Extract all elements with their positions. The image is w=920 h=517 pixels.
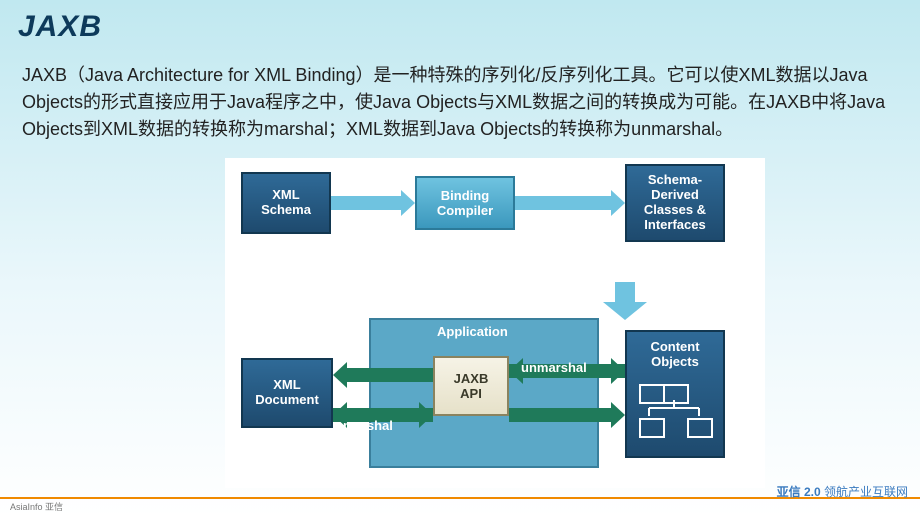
arrow-unmarshal-left xyxy=(333,362,433,388)
footer-logo: AsiaInfo 亚信 xyxy=(10,500,63,513)
box-binding-compiler: Binding Compiler xyxy=(415,176,515,230)
jaxb-diagram: XML Schema Binding Compiler Schema- Deri… xyxy=(225,158,765,488)
box-schema-derived: Schema- Derived Classes & Interfaces xyxy=(625,164,725,242)
description-paragraph: JAXB（Java Architecture for XML Binding）是… xyxy=(22,62,898,143)
label-marshal-left: marshal xyxy=(343,418,393,433)
arrow-marshal-right xyxy=(509,402,625,428)
footer-text: 亚信 2.0 领航产业互联网 xyxy=(777,483,908,500)
arrow-schema-to-compiler xyxy=(331,188,415,218)
arrow-compiler-to-derived xyxy=(515,188,625,218)
arrow-derived-to-app xyxy=(595,242,655,322)
footer: AsiaInfo 亚信 亚信 2.0 领航产业互联网 xyxy=(0,489,920,517)
page-title: JAXB xyxy=(18,10,102,44)
box-xml-document: XML Document xyxy=(241,358,333,428)
footer-tagline: 领航产业互联网 xyxy=(824,485,908,499)
box-xml-schema: XML Schema xyxy=(241,172,331,234)
label-unmarshal-right: unmarshal xyxy=(521,360,587,375)
box-jaxb-api: JAXB API xyxy=(433,356,509,416)
label-application: Application xyxy=(437,324,508,339)
footer-brand: 亚信 2.0 xyxy=(777,485,821,499)
content-tree-icon xyxy=(643,384,707,444)
